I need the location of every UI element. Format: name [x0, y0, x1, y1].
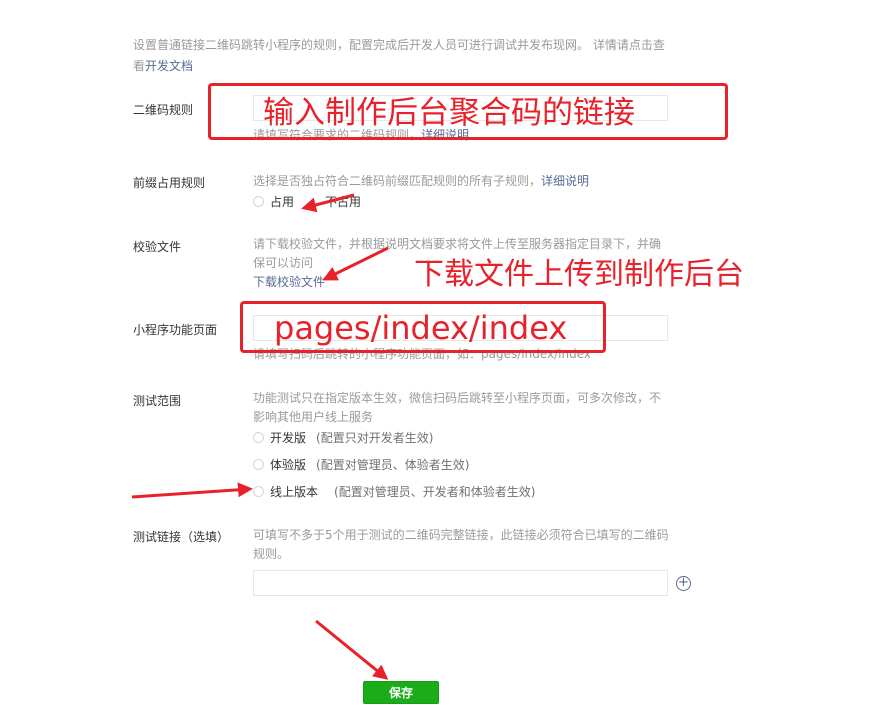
arrow-to-not-occupy — [301, 193, 355, 213]
arrow-to-release — [131, 482, 253, 499]
arrow-to-download — [322, 246, 389, 281]
annotation-arrows — [131, 193, 389, 680]
arrow-to-save — [315, 619, 389, 680]
